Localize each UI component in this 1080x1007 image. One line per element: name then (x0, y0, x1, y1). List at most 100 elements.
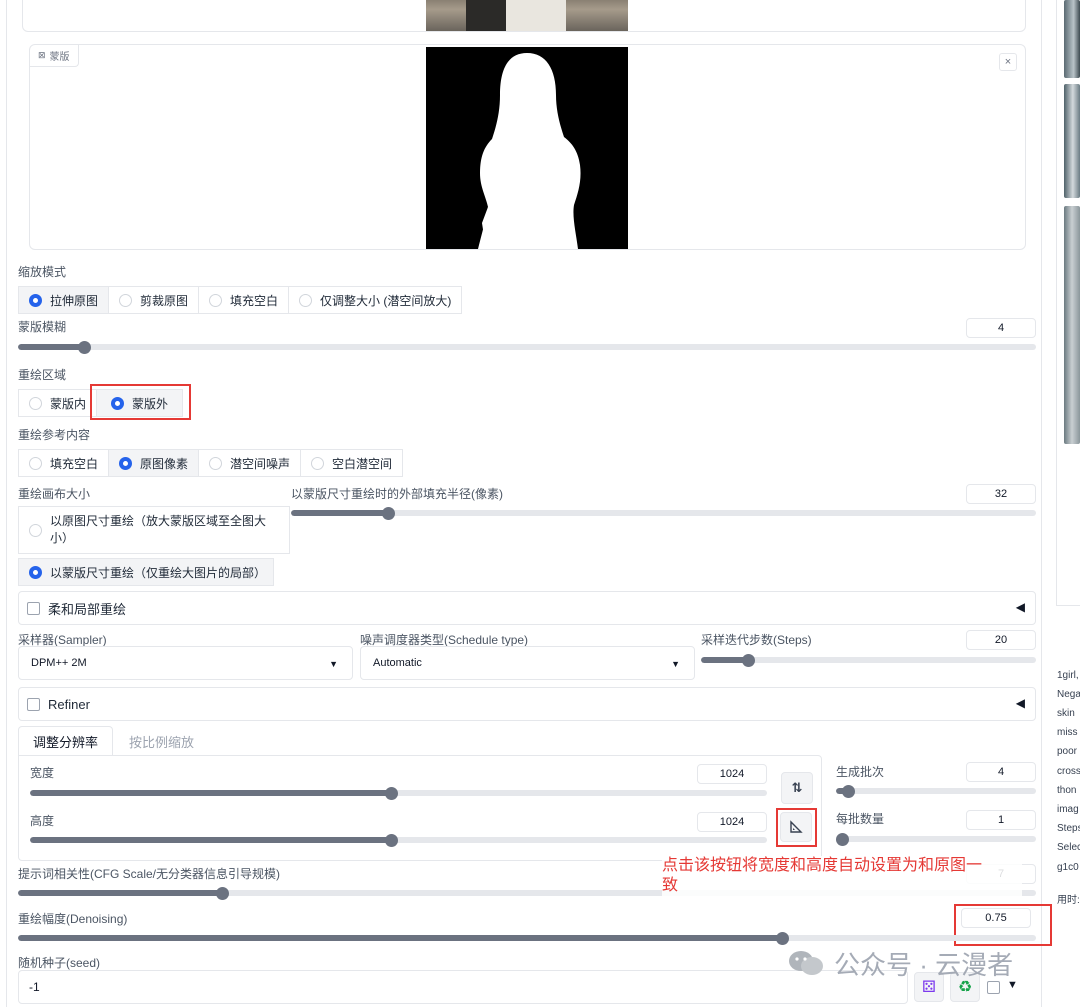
radio-selected-icon (29, 565, 42, 579)
option-label: 仅调整大小 (潜空间放大) (320, 293, 452, 308)
refiner-checkbox[interactable] (27, 697, 40, 711)
radio-icon (29, 396, 42, 410)
height-slider[interactable] (30, 837, 767, 843)
soft-inpainting-accordion[interactable]: 柔和局部重绘 ◀ (18, 591, 1036, 625)
option-label: 原图像素 (140, 456, 189, 471)
swap-dimensions-button[interactable]: ⇅ (781, 772, 813, 804)
schedule-select[interactable]: Automatic ▼ (360, 646, 695, 680)
mask-blur-input[interactable]: 4 (966, 318, 1036, 338)
resize-option-stretch[interactable]: 拉伸原图 (18, 286, 110, 314)
option-label: 以蒙版尺寸重绘（仅重绘大图片的局部） (50, 565, 267, 580)
refiner-accordion[interactable]: Refiner ◀ (18, 687, 1036, 721)
width-slider-thumb[interactable] (385, 786, 399, 800)
inpaint-area-label: 重绘画布大小 (18, 487, 91, 501)
swap-icon: ⇅ (791, 780, 803, 795)
batch-size-slider[interactable] (836, 836, 1036, 842)
info-line: miss (1057, 727, 1078, 738)
resize-option-crop[interactable]: 剪裁原图 (108, 286, 200, 314)
source-image (426, 0, 628, 31)
schedule-value: Automatic (373, 657, 422, 669)
clear-mask-button[interactable]: × (999, 53, 1017, 71)
seed-label: 随机种子(seed) (18, 956, 101, 970)
radio-icon (311, 456, 325, 470)
collapse-arrow-icon[interactable]: ◀ (1016, 696, 1025, 710)
resize-option-latent[interactable]: 仅调整大小 (潜空间放大) (288, 286, 463, 314)
tab-resize-to[interactable]: 调整分辨率 (18, 726, 114, 756)
info-line: Selec (1057, 842, 1080, 853)
mask-label: 蒙版 (49, 52, 70, 63)
padding-slider[interactable] (291, 510, 1036, 516)
option-label: 蒙版内 (50, 396, 87, 411)
masked-content-original[interactable]: 原图像素 (108, 449, 200, 477)
option-label: 拉伸原图 (50, 293, 99, 308)
steps-input[interactable]: 20 (966, 630, 1036, 650)
padding-slider-thumb[interactable] (381, 506, 395, 520)
mask-blur-label: 蒙版模糊 (18, 320, 67, 334)
width-input[interactable]: 1024 (697, 764, 767, 784)
sampler-value: DPM++ 2M (31, 657, 87, 669)
width-slider[interactable] (30, 790, 767, 796)
steps-slider-thumb[interactable] (741, 653, 755, 667)
seed-input[interactable]: -1 (18, 970, 908, 1004)
info-line: 用时: (1057, 895, 1080, 906)
steps-label: 采样迭代步数(Steps) (701, 633, 812, 647)
masked-content-fill[interactable]: 填充空白 (18, 449, 110, 477)
gallery-thumbnail[interactable] (1064, 0, 1080, 78)
resize-option-fill[interactable]: 填充空白 (198, 286, 290, 314)
cfg-scale-slider-thumb[interactable] (215, 886, 229, 900)
mask-image-panel: ⊠ 蒙版 × (29, 44, 1026, 250)
radio-icon (29, 523, 42, 537)
batch-count-slider-thumb[interactable] (842, 784, 855, 798)
width-label: 宽度 (30, 766, 55, 780)
denoising-slider-thumb[interactable] (775, 931, 789, 945)
soft-inpainting-label: 柔和局部重绘 (48, 601, 127, 617)
tab-resize-by[interactable]: 按比例缩放 (117, 726, 206, 756)
masked-content-latent-noise[interactable]: 潜空间噪声 (198, 449, 302, 477)
denoising-slider[interactable] (18, 935, 1036, 941)
inpaint-area-option-masked[interactable]: 以蒙版尺寸重绘（仅重绘大图片的局部） (18, 558, 274, 586)
batch-count-input[interactable]: 4 (966, 762, 1036, 782)
radio-icon (29, 456, 42, 470)
resize-mode-group: 拉伸原图 剪裁原图 填充空白 仅调整大小 (潜空间放大) (18, 286, 463, 314)
batch-count-slider[interactable] (836, 788, 1036, 794)
resize-mode-label: 缩放模式 (18, 265, 67, 279)
radio-icon (209, 456, 223, 470)
info-line: skin (1057, 708, 1075, 719)
image-icon: ⊠ (38, 50, 46, 60)
mask-tag: ⊠ 蒙版 (30, 45, 79, 67)
gallery-thumbnail[interactable] (1064, 84, 1080, 198)
soft-inpainting-checkbox[interactable] (27, 601, 40, 615)
padding-label: 以蒙版尺寸重绘时的外部填充半径(像素) (291, 487, 503, 501)
mask-blur-slider[interactable] (18, 344, 1036, 350)
masked-content-latent-nothing[interactable]: 空白潜空间 (300, 449, 404, 477)
inpaint-area-option-whole[interactable]: 以原图尺寸重绘（放大蒙版区域至全图大小） (18, 506, 290, 554)
highlight-box-mask-mode (90, 384, 191, 420)
masked-content-group: 填充空白 原图像素 潜空间噪声 空白潜空间 (18, 449, 404, 477)
height-label: 高度 (30, 814, 55, 828)
info-line: thon (1057, 785, 1077, 796)
sampler-select[interactable]: DPM++ 2M ▼ (18, 646, 353, 680)
cfg-scale-label: 提示词相关性(CFG Scale/无分类器信息引导规模) (18, 867, 281, 881)
info-line: 1girl, (1057, 670, 1079, 681)
batch-size-label: 每批数量 (836, 812, 885, 826)
radio-icon (119, 293, 133, 307)
option-label: 空白潜空间 (332, 456, 393, 471)
height-input[interactable]: 1024 (697, 812, 767, 832)
mask-blur-slider-thumb[interactable] (78, 340, 92, 354)
collapse-arrow-icon[interactable]: ◀ (1016, 600, 1025, 614)
batch-size-input[interactable]: 1 (966, 810, 1036, 830)
batch-count-label: 生成批次 (836, 765, 885, 779)
watermark-text: 公众号 · 云漫者 (834, 950, 1014, 980)
gallery-thumbnail[interactable] (1064, 206, 1080, 444)
batch-size-slider-thumb[interactable] (836, 832, 849, 846)
padding-input[interactable]: 32 (966, 484, 1036, 504)
radio-selected-icon (119, 456, 133, 470)
radio-icon (209, 293, 223, 307)
annotation-line-1: 点击该按钮将宽度和高度自动设置为和原图一 (662, 857, 983, 874)
option-label: 以原图尺寸重绘（放大蒙版区域至全图大小） (50, 514, 267, 545)
extra-seed-checkbox[interactable] (987, 981, 1000, 994)
mask-mode-inside[interactable]: 蒙版内 (18, 389, 98, 417)
info-line: cross (1057, 766, 1080, 777)
mask-mode-label: 重绘区域 (18, 368, 67, 382)
height-slider-thumb[interactable] (385, 833, 399, 847)
